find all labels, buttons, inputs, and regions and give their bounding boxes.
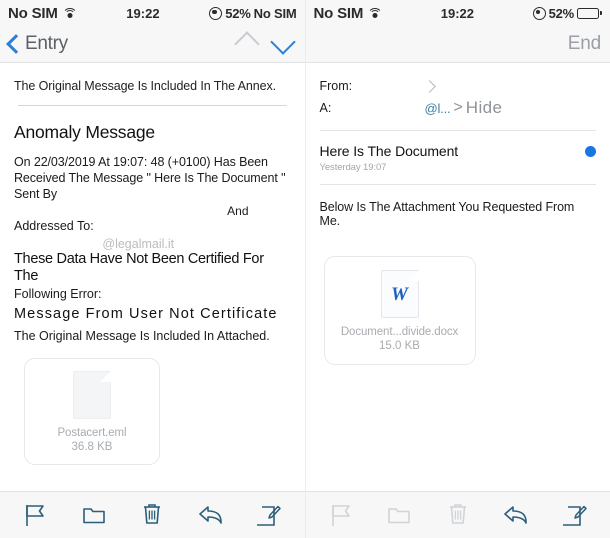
left-attachment-area: Postacert.eml 36.8 KB bbox=[14, 344, 291, 465]
chevron-left-icon bbox=[6, 34, 26, 54]
end-button[interactable]: End bbox=[568, 33, 601, 55]
right-message-body[interactable]: From: A: @l... > Hide Here Is The Docume… bbox=[305, 63, 610, 491]
left-toolbar bbox=[0, 491, 305, 538]
to-label: A: bbox=[319, 101, 332, 115]
left-nav-bar: Entry bbox=[0, 26, 305, 63]
dual-screenshot-container: No SIM 19:22 52% No SIM Entry The Origin… bbox=[0, 0, 610, 538]
back-button-label: Entry bbox=[25, 33, 68, 54]
unread-dot[interactable] bbox=[585, 146, 596, 157]
word-document-icon: W bbox=[380, 269, 419, 318]
attachment-card[interactable]: W Document...divide.docx 15.0 KB bbox=[323, 256, 476, 365]
and-text: And bbox=[227, 204, 249, 218]
from-value bbox=[422, 79, 597, 93]
following-error-label: Following Error: bbox=[14, 287, 102, 301]
right-status-bar: No SIM 19:22 52% bbox=[305, 0, 610, 26]
folder-icon[interactable] bbox=[74, 498, 114, 532]
location-icon bbox=[209, 6, 223, 20]
subject-title: Here Is The Document bbox=[319, 143, 459, 159]
word-glyph: W bbox=[391, 283, 408, 305]
subject-row: Here Is The Document Yesterday 19:07 bbox=[306, 131, 610, 173]
status-clock: 19:22 bbox=[440, 5, 474, 21]
flag-icon bbox=[321, 498, 361, 532]
right-status-right-group: 52% bbox=[532, 5, 602, 21]
message-header-meta: From: A: @l... > Hide bbox=[306, 63, 610, 119]
battery-percent-label: 52% bbox=[225, 5, 251, 21]
left-status-bar: No SIM 19:22 52% No SIM bbox=[0, 0, 305, 26]
wifi-icon bbox=[367, 7, 383, 19]
attachment-size: 36.8 KB bbox=[71, 440, 113, 453]
error-text: Message From User Not Certificate bbox=[14, 306, 278, 322]
reply-icon[interactable] bbox=[496, 498, 536, 532]
right-nav-bar: End bbox=[305, 26, 610, 63]
addressed-to-label: Addressed To: bbox=[14, 219, 94, 233]
attachment-name: Document...divide.docx bbox=[340, 325, 459, 338]
carrier-label: No SIM bbox=[8, 4, 58, 22]
battery-icon bbox=[577, 7, 602, 19]
from-label: From: bbox=[319, 79, 353, 93]
attachment-name: Postacert.eml bbox=[57, 426, 127, 439]
left-status-right-group: 52% No SIM bbox=[209, 5, 297, 21]
to-value-group: @l... > Hide bbox=[425, 98, 597, 118]
location-icon bbox=[532, 6, 546, 20]
carrier-label: No SIM bbox=[313, 4, 364, 22]
folder-icon bbox=[379, 498, 419, 532]
trash-icon bbox=[438, 498, 478, 532]
chevron-right-icon[interactable] bbox=[422, 79, 436, 93]
subject-block: Here Is The Document Yesterday 19:07 bbox=[320, 143, 586, 173]
battery-percent-label: 52% bbox=[548, 5, 575, 21]
to-separator: > bbox=[453, 99, 463, 116]
right-screen: No SIM 19:22 52% End From: A: @l... > Hi… bbox=[304, 0, 610, 538]
right-status-carrier-group: No SIM bbox=[314, 5, 383, 22]
left-screen: No SIM 19:22 52% No SIM Entry The Origin… bbox=[0, 0, 305, 538]
hide-button[interactable]: Hide bbox=[466, 98, 503, 118]
status-clock: 19:22 bbox=[126, 5, 160, 21]
chevron-up-icon[interactable] bbox=[233, 31, 260, 57]
right-attachment-area: W Document...divide.docx 15.0 KB bbox=[306, 228, 610, 365]
legalmail-watermark: @legalmail.it bbox=[102, 237, 175, 251]
to-row[interactable]: A: @l... > Hide bbox=[320, 97, 597, 119]
message-paragraph: On 22/03/2019 At 19:07: 48 (+0100) Has B… bbox=[14, 155, 286, 201]
from-row[interactable]: From: bbox=[320, 75, 597, 97]
flag-icon[interactable] bbox=[15, 498, 55, 532]
attachment-size: 15.0 KB bbox=[379, 339, 420, 352]
compose-icon[interactable] bbox=[555, 498, 595, 532]
next-screen-carrier-label: No SIM bbox=[253, 5, 297, 21]
reply-icon[interactable] bbox=[191, 498, 231, 532]
tail-text: The Original Message Is Included In Atta… bbox=[14, 329, 270, 343]
message-title: Anomaly Message bbox=[14, 122, 155, 142]
right-toolbar bbox=[305, 491, 610, 538]
certification-line: These Data Have Not Been Certified For T… bbox=[14, 251, 264, 284]
message-nav-group bbox=[233, 28, 296, 57]
subject-date: Yesterday 19:07 bbox=[319, 162, 387, 173]
left-content-pad: The Original Message Is Included In The … bbox=[0, 63, 305, 465]
annex-note: The Original Message Is Included In The … bbox=[14, 79, 276, 93]
generic-file-icon bbox=[73, 370, 111, 419]
to-address: @l... bbox=[424, 100, 451, 116]
trash-icon[interactable] bbox=[132, 498, 172, 532]
left-status-carrier-group: No SIM bbox=[8, 4, 78, 22]
left-message-body[interactable]: The Original Message Is Included In The … bbox=[0, 63, 305, 491]
chevron-down-icon[interactable] bbox=[269, 28, 296, 55]
message-body-text: Below Is The Attachment You Requested Fr… bbox=[319, 200, 575, 228]
wifi-icon bbox=[62, 7, 78, 19]
attachment-card[interactable]: Postacert.eml 36.8 KB bbox=[24, 358, 160, 465]
back-button[interactable]: Entry bbox=[6, 33, 68, 55]
compose-icon[interactable] bbox=[249, 498, 289, 532]
